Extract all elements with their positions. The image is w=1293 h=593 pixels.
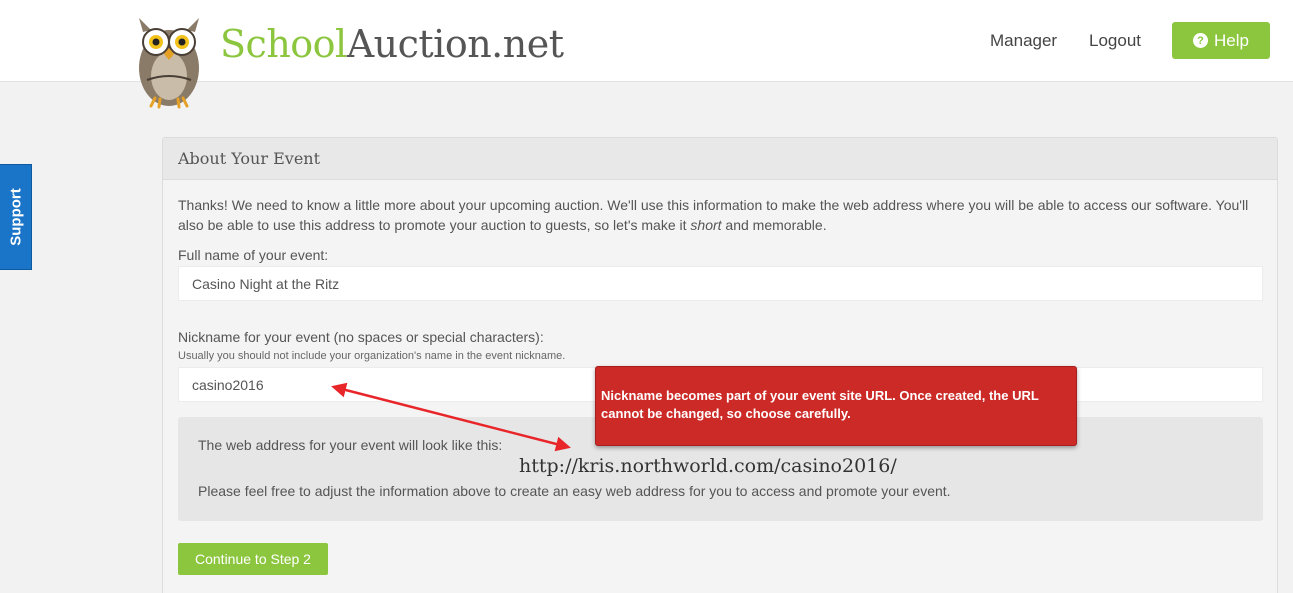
full-name-label: Full name of your event: [178,247,329,263]
full-name-value: Casino Night at the Ritz [192,275,340,292]
nav-logout-link[interactable]: Logout [1089,31,1141,51]
site-logo-text[interactable]: SchoolAuction.net [220,22,564,66]
brand-auction: Auction.net [346,22,564,66]
about-event-panel: About Your Event Thanks! We need to know… [162,137,1278,593]
brand-school: School [220,22,347,66]
url-preview-value: http://kris.northworld.com/casino2016/ [519,455,897,477]
nickname-callout: Nickname becomes part of your event site… [595,366,1077,446]
url-preview-intro: The web address for your event will look… [198,437,503,453]
continue-step2-button[interactable]: Continue to Step 2 [178,543,328,575]
nickname-value: casino2016 [192,376,264,393]
nickname-hint: Usually you should not include your orga… [178,350,566,362]
help-button-label: Help [1214,30,1249,50]
url-preview-adjust-text: Please feel free to adjust the informati… [198,483,951,499]
owl-logo-icon[interactable] [133,10,205,110]
help-button[interactable]: ? Help [1172,22,1270,59]
full-name-input[interactable]: Casino Night at the Ritz [178,266,1263,301]
intro-text-end: and memorable. [721,217,827,233]
panel-title: About Your Event [178,149,321,168]
nickname-label: Nickname for your event (no spaces or sp… [178,329,544,345]
intro-text: Thanks! We need to know a little more ab… [178,195,1268,235]
support-tab-label: Support [7,188,24,246]
panel-header: About Your Event [163,138,1277,180]
question-circle-icon: ? [1193,33,1209,48]
intro-text-emphasis: short [690,217,722,233]
nav-manager-link[interactable]: Manager [990,31,1057,51]
support-tab[interactable]: Support [0,164,32,270]
